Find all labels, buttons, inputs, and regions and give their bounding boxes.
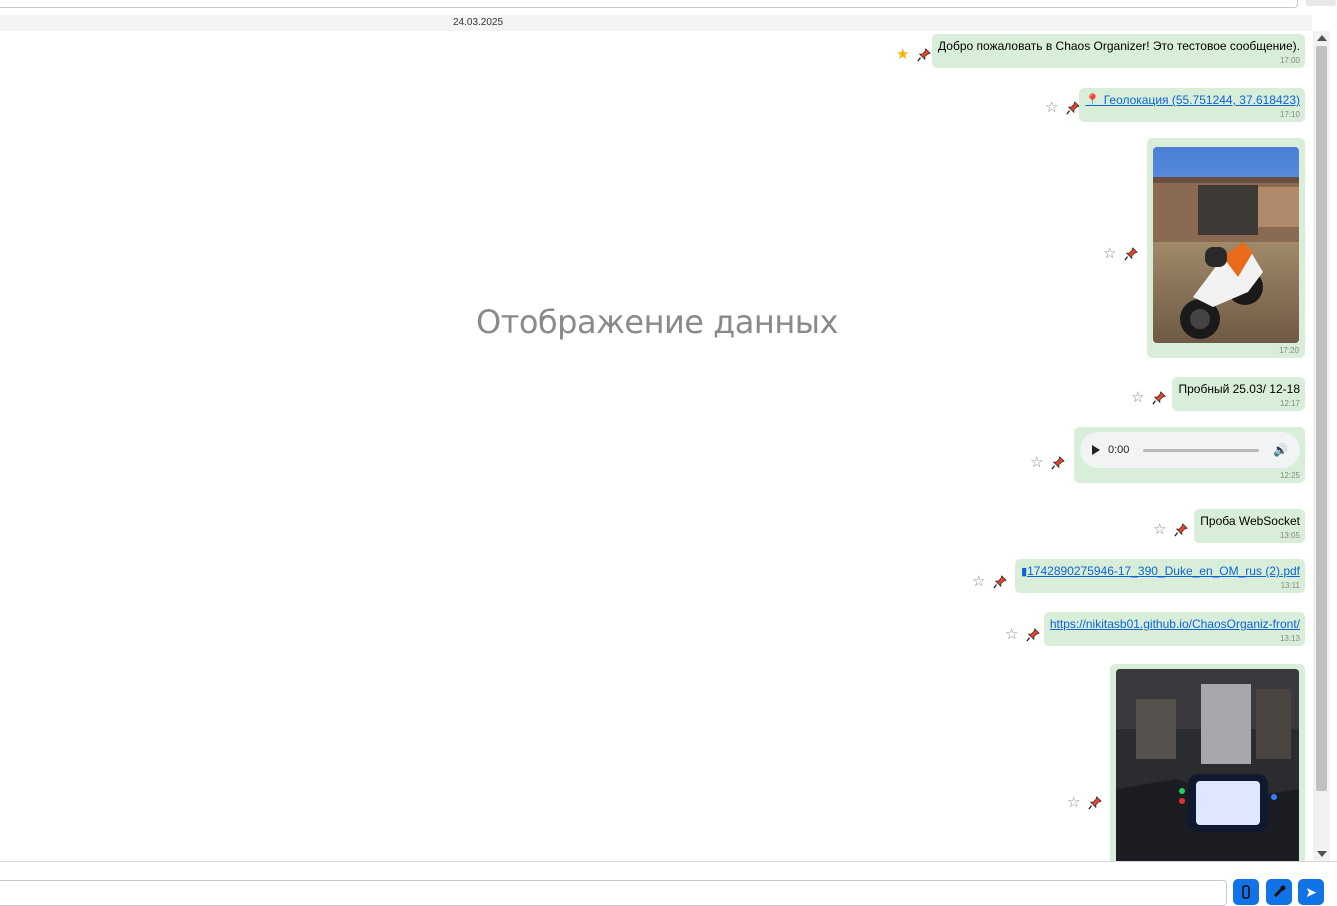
file-name: 1742890275946-17_390_Duke_en_OM_rus (2).…	[1027, 564, 1300, 578]
geolocation-link[interactable]: 📍 Геолокация (55.751244, 37.618423)	[1085, 93, 1300, 107]
pin-icon[interactable]	[1051, 455, 1066, 470]
paperclip-icon	[1242, 885, 1250, 899]
message-actions: ☆	[972, 574, 1008, 589]
message-time: 17:20	[1278, 346, 1299, 355]
message-bubble[interactable]: 📍 Геолокация (55.751244, 37.618423) 17:1…	[1079, 88, 1305, 122]
star-icon[interactable]: ☆	[1131, 390, 1144, 405]
send-button[interactable]: ➤	[1298, 879, 1324, 905]
message-text: Пробный 25.03/ 12-18	[1178, 382, 1300, 396]
star-icon[interactable]: ★	[896, 47, 909, 62]
url-link[interactable]: https://nikitasb01.github.io/ChaosOrgani…	[1050, 617, 1300, 631]
pin-icon[interactable]	[1026, 627, 1041, 642]
file-link[interactable]: ▮1742890275946-17_390_Duke_en_OM_rus (2)…	[1021, 564, 1300, 578]
pin-icon[interactable]	[1066, 100, 1081, 115]
star-icon[interactable]: ☆	[1005, 627, 1018, 642]
top-bar	[0, 0, 1337, 14]
message-actions: ☆	[1067, 795, 1103, 810]
scroll-up-arrow[interactable]	[1317, 35, 1327, 41]
audio-time: 0:00	[1108, 444, 1130, 456]
mic-button[interactable]	[1266, 879, 1292, 905]
motorcycle-photo[interactable]	[1153, 147, 1299, 343]
message-bubble[interactable]: https://nikitasb01.github.io/ChaosOrgani…	[1043, 612, 1305, 646]
search-input[interactable]	[0, 0, 1298, 8]
star-icon[interactable]: ☆	[1030, 455, 1043, 470]
message-time: 17:00	[1279, 56, 1300, 65]
message-actions: ☆	[1005, 627, 1041, 642]
microphone-icon	[1273, 885, 1286, 898]
watermark-text: Отображение данных	[476, 303, 838, 341]
message-bubble[interactable]: 17:20	[1147, 138, 1305, 358]
attach-button[interactable]	[1233, 879, 1259, 905]
message-bubble[interactable]	[1110, 664, 1305, 861]
star-icon[interactable]: ☆	[1067, 795, 1080, 810]
pin-icon[interactable]	[1174, 522, 1189, 537]
message-time: 17:10	[1279, 110, 1300, 119]
send-icon: ➤	[1305, 883, 1317, 900]
message-actions: ☆	[1103, 246, 1139, 261]
play-icon[interactable]	[1092, 445, 1100, 455]
message-input[interactable]	[0, 880, 1227, 906]
audio-progress[interactable]	[1143, 448, 1260, 452]
star-icon[interactable]: ☆	[1153, 522, 1166, 537]
volume-icon[interactable]: 🔊	[1273, 443, 1288, 457]
date-separator: 24.03.2025	[0, 15, 1312, 31]
scroll-down-arrow[interactable]	[1317, 851, 1327, 857]
pin-icon[interactable]	[1088, 795, 1103, 810]
scrollbar[interactable]	[1313, 31, 1330, 861]
pin-icon[interactable]	[917, 47, 932, 62]
star-icon[interactable]: ☆	[1103, 246, 1116, 261]
message-actions: ★	[896, 47, 932, 62]
message-actions: ☆	[1045, 100, 1081, 115]
pin-icon[interactable]	[1152, 390, 1167, 405]
message-bubble[interactable]: Добро пожаловать в Chaos Organizer! Это …	[932, 34, 1305, 68]
message-time: 13:13	[1279, 634, 1300, 643]
message-text: Добро пожаловать в Chaos Organizer! Это …	[938, 39, 1300, 53]
message-time: 13:05	[1279, 531, 1300, 540]
pin-icon[interactable]	[1124, 246, 1139, 261]
message-bubble[interactable]: Проба WebSocket 13:05	[1194, 509, 1305, 543]
audio-player[interactable]: 0:00 🔊	[1080, 432, 1300, 468]
message-bubble[interactable]: ▮1742890275946-17_390_Duke_en_OM_rus (2)…	[1015, 559, 1305, 593]
message-bubble[interactable]: Пробный 25.03/ 12-18 12:17	[1172, 377, 1305, 411]
message-actions: ☆	[1131, 390, 1167, 405]
scroll-thumb[interactable]	[1316, 46, 1327, 791]
message-time: 12:25	[1279, 471, 1300, 480]
star-icon[interactable]: ☆	[972, 574, 985, 589]
pin-icon[interactable]	[993, 574, 1008, 589]
dashboard-photo[interactable]	[1116, 669, 1299, 861]
search-button[interactable]	[1306, 0, 1336, 6]
composer: ➤	[0, 861, 1337, 906]
message-time: 12:17	[1279, 399, 1300, 408]
date-label: 24.03.2025	[453, 17, 504, 28]
star-icon[interactable]: ☆	[1045, 100, 1058, 115]
message-time: 13:11	[1280, 581, 1300, 590]
message-bubble[interactable]: 0:00 🔊 12:25	[1074, 427, 1305, 483]
message-actions: ☆	[1153, 522, 1189, 537]
message-actions: ☆	[1030, 455, 1066, 470]
message-text: Проба WebSocket	[1200, 514, 1300, 528]
message-list[interactable]: Отображение данных ★ Добро пожаловать в …	[0, 31, 1312, 861]
